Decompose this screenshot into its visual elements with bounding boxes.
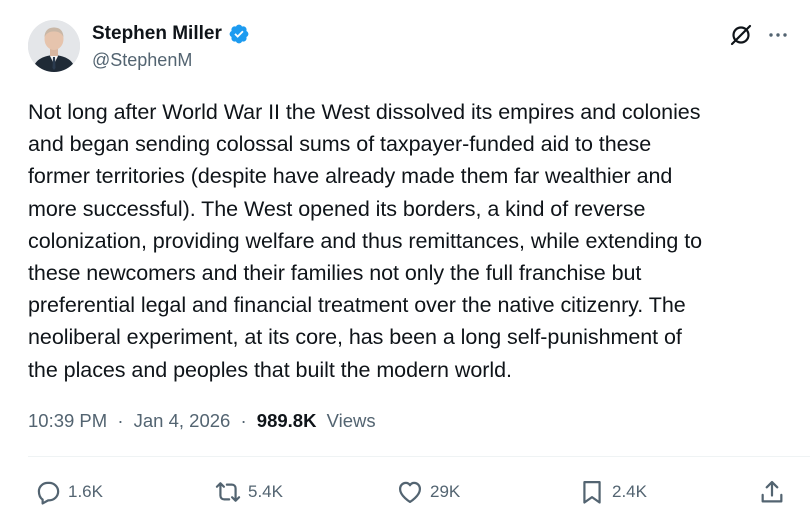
bookmark-button[interactable]: 2.4K: [578, 474, 647, 510]
reply-button[interactable]: 1.6K: [34, 474, 103, 510]
author-handle[interactable]: @StephenM: [92, 50, 192, 71]
like-button[interactable]: 29K: [396, 474, 460, 510]
author-name-row: Stephen Miller: [92, 22, 250, 46]
repost-icon: [214, 478, 242, 506]
author-display-name[interactable]: Stephen Miller: [92, 23, 222, 45]
repost-count: 5.4K: [248, 482, 283, 501]
like-count: 29K: [430, 482, 461, 501]
tweet-card: Stephen Miller @StephenM Not long after …: [0, 0, 810, 523]
tweet-top-actions: [728, 22, 790, 48]
bookmark-count: 2.4K: [612, 482, 647, 501]
verified-badge-icon[interactable]: [228, 23, 250, 45]
reply-count: 1.6K: [68, 482, 103, 501]
grok-icon[interactable]: [728, 22, 754, 48]
more-options-icon[interactable]: [766, 23, 790, 47]
tweet-actions-bar: 1.6K 5.4K 29K 2.4K: [0, 474, 810, 510]
meta-separator: ·: [240, 410, 247, 431]
meta-separator: ·: [117, 410, 124, 431]
share-button[interactable]: [758, 474, 786, 510]
divider: [28, 456, 810, 457]
tweet-time[interactable]: 10:39 PM: [28, 410, 107, 431]
avatar-image: [28, 20, 80, 72]
views-label: Views: [326, 410, 376, 431]
tweet-date[interactable]: Jan 4, 2026: [134, 410, 231, 431]
reply-icon: [34, 478, 62, 506]
views-count: 989.8K: [256, 410, 317, 431]
avatar[interactable]: [28, 20, 80, 72]
tweet-text: Not long after World War II the West dis…: [28, 100, 703, 382]
heart-icon: [396, 478, 424, 506]
share-icon: [758, 478, 786, 506]
repost-button[interactable]: 5.4K: [214, 474, 283, 510]
bookmark-icon: [578, 478, 606, 506]
tweet-meta: 10:39 PM · Jan 4, 2026 · 989.8K Views: [28, 410, 376, 432]
